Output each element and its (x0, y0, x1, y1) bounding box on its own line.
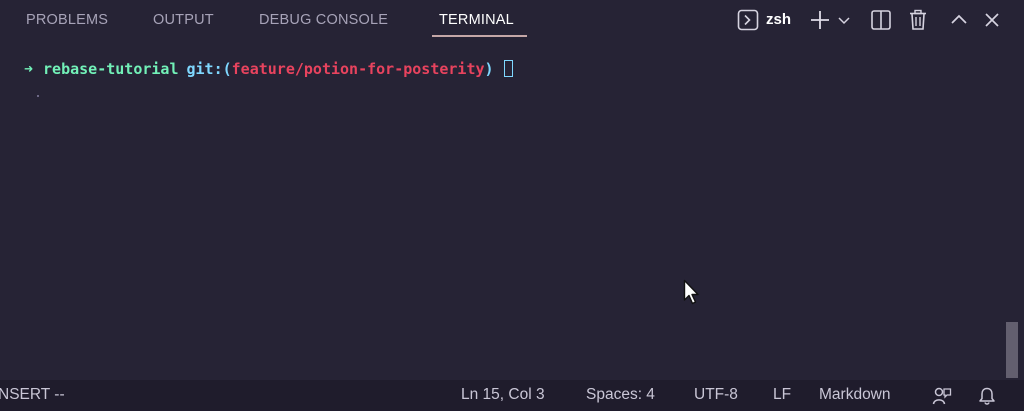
language-mode[interactable]: Markdown (819, 386, 891, 404)
bell-icon[interactable] (976, 385, 998, 407)
active-tab-indicator (432, 35, 527, 37)
terminal-scrollbar[interactable] (1006, 322, 1018, 378)
shell-selector-label[interactable]: zsh (766, 11, 791, 28)
editor-mode: NSERT -- (0, 386, 65, 403)
file-encoding[interactable]: UTF-8 (694, 386, 738, 404)
status-bar: NSERT -- Ln 15, Col 3 Spaces: 4 UTF-8 LF… (0, 380, 1024, 411)
mouse-pointer-icon (683, 279, 701, 311)
terminal-output[interactable]: ➜ rebase-tutorial git:(feature/potion-for-… (0, 40, 1024, 380)
tab-problems[interactable]: PROBLEMS (26, 12, 108, 28)
panel-header: PROBLEMS OUTPUT DEBUG CONSOLE TERMINAL z… (0, 0, 1024, 40)
split-icon[interactable] (869, 8, 893, 32)
indentation[interactable]: Spaces: 4 (586, 386, 655, 404)
git-prefix: git:( (186, 60, 232, 78)
terminal-cursor (503, 60, 513, 77)
terminal-dot (37, 95, 39, 97)
prompt-line: ➜ rebase-tutorial git:(feature/potion-for-… (24, 59, 513, 79)
prompt-arrow: ➜ (24, 60, 34, 78)
git-branch: feature/potion-for-posterity (231, 60, 485, 78)
tab-output[interactable]: OUTPUT (153, 12, 214, 28)
tab-terminal[interactable]: TERMINAL (439, 12, 514, 28)
end-of-line[interactable]: LF (773, 386, 791, 404)
trash-icon[interactable] (906, 8, 930, 32)
plus-icon[interactable] (808, 8, 832, 32)
terminal-icon[interactable] (736, 8, 760, 32)
chevron-up-icon[interactable] (947, 8, 971, 32)
cursor-position[interactable]: Ln 15, Col 3 (461, 386, 545, 404)
tab-debug-console[interactable]: DEBUG CONSOLE (259, 12, 388, 28)
prompt-directory: rebase-tutorial (43, 60, 179, 78)
chevron-down-icon[interactable] (836, 8, 852, 32)
close-icon[interactable] (980, 8, 1004, 32)
git-suffix: ) (484, 60, 494, 78)
feedback-icon[interactable] (931, 385, 953, 407)
